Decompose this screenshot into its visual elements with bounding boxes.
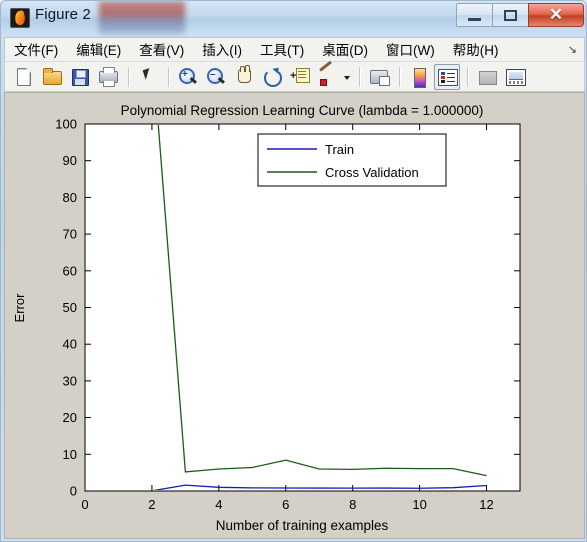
close-icon: ✕ [548, 5, 564, 24]
x-tick-label: 0 [81, 497, 88, 512]
chart-title: Polynomial Regression Learning Curve (la… [121, 103, 484, 118]
window-controls: ✕ [456, 3, 584, 27]
x-tick-label: 10 [412, 497, 426, 512]
toolbar-separator [467, 66, 469, 87]
hide-plot-tools-icon[interactable] [474, 64, 500, 90]
x-tick-label: 2 [148, 497, 155, 512]
figure-window-screenshot: Figure 2 ✕ 文件(F) 编辑(E) 查看(V) 插入(I) 工具(T) [0, 0, 587, 542]
redacted-title-region [99, 1, 185, 34]
matlab-figure-window: Figure 2 ✕ 文件(F) 编辑(E) 查看(V) 插入(I) 工具(T) [0, 0, 587, 542]
print-figure-icon[interactable] [95, 64, 121, 90]
x-tick-label: 6 [282, 497, 289, 512]
y-tick-label: 0 [70, 484, 77, 499]
menu-help[interactable]: 帮助(H) [444, 36, 508, 63]
menu-tools[interactable]: 工具(T) [251, 36, 313, 63]
print-preview-icon[interactable] [366, 64, 392, 90]
colorbar-icon[interactable] [406, 64, 432, 90]
legend-label-cross-validation: Cross Validation [325, 165, 419, 180]
y-tick-label: 40 [63, 337, 77, 352]
rotate-3d-icon[interactable] [259, 64, 285, 90]
x-tick-label: 12 [479, 497, 493, 512]
y-tick-label: 60 [63, 263, 77, 278]
new-figure-icon[interactable] [11, 64, 37, 90]
matlab-flame-icon [10, 8, 30, 28]
legend-label-train: Train [325, 142, 354, 157]
edit-plot-arrow-icon[interactable] [135, 64, 161, 90]
y-tick-label: 30 [63, 373, 77, 388]
y-tick-label: 80 [63, 190, 77, 205]
figure-canvas: Polynomial Regression Learning Curve (la… [4, 92, 585, 539]
menu-view[interactable]: 查看(V) [130, 36, 193, 63]
menu-desktop[interactable]: 桌面(D) [313, 36, 377, 63]
save-figure-icon[interactable] [67, 64, 93, 90]
menu-edit[interactable]: 编辑(E) [67, 36, 130, 63]
show-plot-tools-icon[interactable] [502, 64, 528, 90]
zoom-in-icon[interactable]: + [175, 64, 201, 90]
y-tick-label: 50 [63, 300, 77, 315]
insert-data-tip-icon[interactable]: + [287, 64, 313, 90]
toolbar-separator [359, 66, 361, 87]
y-tick-label: 70 [63, 227, 77, 242]
menu-file[interactable]: 文件(F) [5, 36, 67, 63]
menu-overflow-icon[interactable]: ↘ [568, 43, 577, 56]
toolbar: + – + [4, 60, 585, 92]
zoom-out-icon[interactable]: – [203, 64, 229, 90]
window-title: Figure 2 [35, 6, 91, 23]
minimize-button[interactable] [456, 3, 493, 27]
title-bar[interactable]: Figure 2 ✕ [1, 1, 586, 34]
x-tick-label: 4 [215, 497, 222, 512]
toolbar-separator [399, 66, 401, 87]
x-axis-label: Number of training examples [216, 518, 389, 533]
toolbar-separator [168, 66, 170, 87]
close-button[interactable]: ✕ [528, 3, 584, 27]
y-tick-label: 10 [63, 447, 77, 462]
menu-bar: 文件(F) 编辑(E) 查看(V) 插入(I) 工具(T) 桌面(D) 窗口(W… [4, 37, 585, 62]
y-axis-label: Error [12, 293, 27, 323]
menu-window[interactable]: 窗口(W) [377, 36, 444, 63]
maximize-icon [504, 10, 517, 21]
toolbar-separator [128, 66, 130, 87]
y-tick-label: 100 [55, 117, 77, 132]
chart-legend[interactable]: Train Cross Validation [257, 133, 447, 187]
open-file-icon[interactable] [39, 64, 65, 90]
y-tick-label: 20 [63, 410, 77, 425]
x-tick-label: 8 [349, 497, 356, 512]
brush-data-icon[interactable] [315, 60, 341, 90]
maximize-button[interactable] [492, 3, 529, 27]
menu-insert[interactable]: 插入(I) [193, 36, 251, 63]
y-tick-label: 90 [63, 153, 77, 168]
pan-icon[interactable] [231, 64, 257, 90]
legend-icon[interactable] [434, 63, 460, 90]
brush-dropdown-chevron-icon[interactable] [343, 65, 352, 89]
learning-curve-chart: Polynomial Regression Learning Curve (la… [5, 93, 584, 538]
minimize-icon [468, 18, 481, 21]
